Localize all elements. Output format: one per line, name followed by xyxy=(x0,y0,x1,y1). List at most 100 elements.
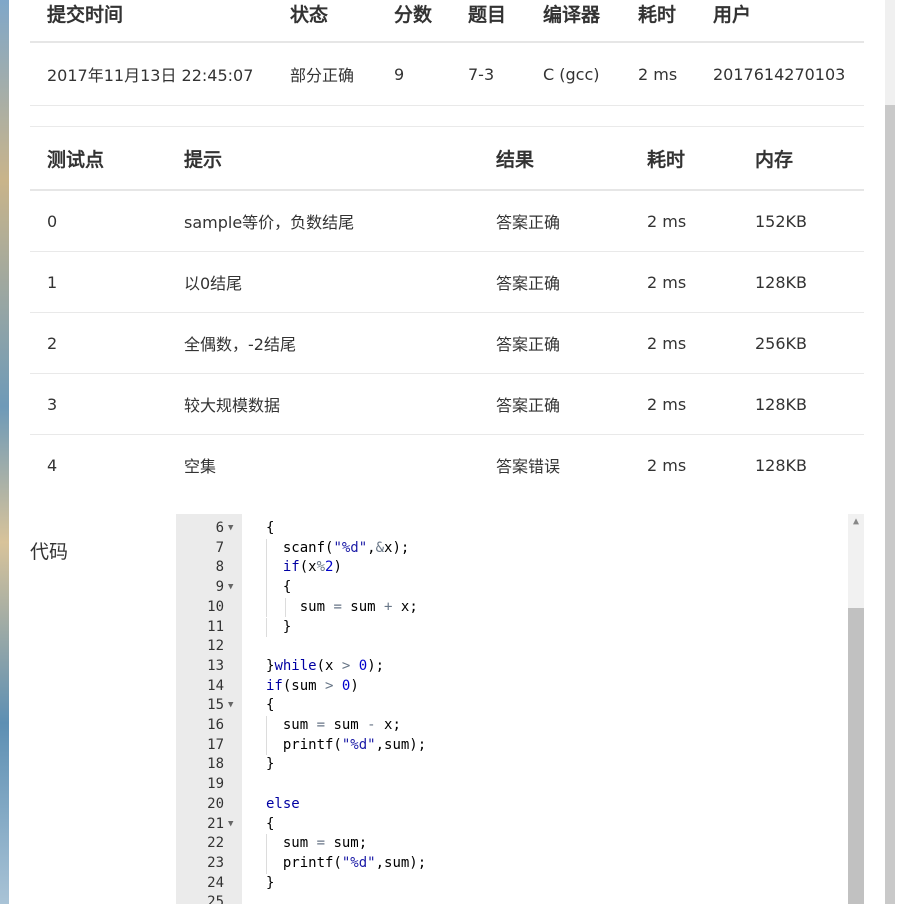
header-hint: 提示 xyxy=(184,148,223,171)
code-line: 12 xyxy=(176,637,848,657)
line-number: 9 xyxy=(215,579,224,596)
fold-toggle-icon[interactable]: ▼ xyxy=(228,519,233,539)
header-memory: 内存 xyxy=(755,148,794,171)
header-score: 分数 xyxy=(394,4,433,26)
table-row: 1 以0结尾 答案正确 2 ms 128KB xyxy=(30,251,864,313)
code-line: 15 ▼ { xyxy=(176,696,848,716)
test-id: 0 xyxy=(30,190,167,252)
line-number: 21 xyxy=(207,815,224,832)
line-number: 13 xyxy=(207,657,224,674)
code-line: 14 if(sum > 0) xyxy=(176,677,848,697)
code-line: 19 xyxy=(176,775,848,795)
code-text: } xyxy=(266,874,275,891)
test-time: 2 ms xyxy=(630,373,738,435)
line-number: 25 xyxy=(207,894,224,904)
line-number: 14 xyxy=(207,677,224,694)
code-line: 6 ▼ { xyxy=(176,519,848,539)
code-line: 18} xyxy=(176,755,848,775)
code-line: 25 xyxy=(176,893,848,904)
header-result: 结果 xyxy=(496,148,535,171)
code-section-label: 代码 xyxy=(30,541,69,563)
test-id: 1 xyxy=(30,251,167,313)
line-number: 17 xyxy=(207,736,224,753)
code-line: 8 if(x%2) xyxy=(176,558,848,579)
compiler-value: C (gcc) xyxy=(526,42,621,106)
submission-row: 2017年11月13日 22:45:07 部分正确 9 7-3 C (gcc) … xyxy=(30,42,864,106)
test-id: 2 xyxy=(30,312,167,374)
test-time: 2 ms xyxy=(630,190,738,252)
line-number: 15 xyxy=(207,697,224,714)
editor-scrollbar[interactable]: ▲ xyxy=(848,514,864,904)
code-line: 23 printf("%d",sum); xyxy=(176,853,848,874)
test-hint: 以0结尾 xyxy=(167,251,479,313)
code-line: 22 sum = sum; xyxy=(176,834,848,854)
test-case-table: 测试点 提示 结果 耗时 内存 0 sample等价，负数结尾 答案正确 2 m… xyxy=(30,126,864,495)
header-elapsed: 耗时 xyxy=(638,4,677,26)
code-text: if(sum > 0) xyxy=(266,677,359,694)
test-hint: 较大规模数据 xyxy=(167,373,479,435)
table-row: 0 sample等价，负数结尾 答案正确 2 ms 152KB xyxy=(30,190,864,252)
line-number: 24 xyxy=(207,874,224,891)
desktop-background-left xyxy=(0,0,9,904)
code-line: 13 }while(x > 0); xyxy=(176,657,848,677)
test-time: 2 ms xyxy=(630,312,738,374)
scroll-up-arrow-icon[interactable]: ▲ xyxy=(848,514,864,530)
header-test-point: 测试点 xyxy=(47,148,105,171)
code-text: }while(x > 0); xyxy=(266,657,385,674)
code-text: } xyxy=(266,756,275,773)
code-line: 11 } xyxy=(176,617,848,638)
code-line: 9 ▼ { xyxy=(176,578,848,598)
code-line: 7 scanf("%d",&x); xyxy=(176,538,848,559)
code-line: 17 printf("%d",sum); xyxy=(176,735,848,756)
code-text: if(x%2) xyxy=(282,559,342,576)
test-result: 答案正确 xyxy=(479,190,630,252)
header-problem: 题目 xyxy=(468,4,507,26)
test-result: 答案正确 xyxy=(479,373,630,435)
fold-toggle-icon[interactable]: ▼ xyxy=(228,696,233,716)
line-number: 6 xyxy=(215,520,224,536)
test-time: 2 ms xyxy=(647,455,687,475)
test-memory: 128KB xyxy=(738,373,864,435)
code-text: sum = sum - x; xyxy=(266,717,401,733)
code-text: { xyxy=(266,579,292,596)
test-result: 答案正确 xyxy=(479,251,630,313)
test-time: 2 ms xyxy=(630,251,738,313)
fold-toggle-icon[interactable]: ▼ xyxy=(228,578,233,598)
test-hint: 空集 xyxy=(184,457,217,476)
scrollbar-thumb[interactable] xyxy=(848,608,864,904)
test-memory: 128KB xyxy=(738,251,864,313)
code-line: 16 sum = sum - x; xyxy=(176,716,848,736)
header-submit-time: 提交时间 xyxy=(47,4,124,26)
test-memory: 152KB xyxy=(738,190,864,252)
test-memory: 128KB xyxy=(755,455,808,475)
test-memory: 256KB xyxy=(738,312,864,374)
code-text: sum = sum + x; xyxy=(266,598,418,615)
code-text: printf("%d",sum); xyxy=(266,854,427,871)
table-row: 2 全偶数，-2结尾 答案正确 2 ms 256KB xyxy=(30,312,864,374)
line-number: 23 xyxy=(207,854,224,871)
table-row: 4 空集 答案错误 2 ms 128KB xyxy=(30,435,864,496)
line-number: 7 xyxy=(215,539,224,556)
line-number: 22 xyxy=(207,835,224,852)
fold-toggle-icon[interactable]: ▼ xyxy=(228,815,233,835)
line-number: 19 xyxy=(207,776,224,793)
header-time: 耗时 xyxy=(647,148,686,171)
elapsed-value: 2 ms xyxy=(621,42,696,106)
header-user: 用户 xyxy=(713,4,752,26)
test-hint: 全偶数，-2结尾 xyxy=(167,312,479,374)
test-hint: sample等价，负数结尾 xyxy=(167,190,479,252)
line-number: 20 xyxy=(207,795,224,812)
line-number: 10 xyxy=(207,598,224,615)
header-compiler: 编译器 xyxy=(543,4,601,26)
page-scrollbar[interactable] xyxy=(885,0,895,904)
code-editor[interactable]: 6 ▼{7 scanf("%d",&x); 8 if(x%2) 9 ▼ {10 sum … xyxy=(176,514,864,904)
submission-table: 提交时间 状态 分数 题目 编译器 耗时 用户 2017年11月13日 22:4… xyxy=(30,0,864,106)
test-id: 4 xyxy=(47,455,58,475)
submit-time: 2017年11月13日 22:45:07 xyxy=(30,42,273,106)
submission-header-row: 提交时间 状态 分数 题目 编译器 耗时 用户 xyxy=(30,0,864,42)
user-id: 2017614270103 xyxy=(696,42,864,106)
code-line: 21 ▼ { xyxy=(176,815,848,835)
page-scrollbar-track-top[interactable] xyxy=(885,0,895,105)
problem-link[interactable]: 7-3 xyxy=(451,42,526,106)
test-header-row: 测试点 提示 结果 耗时 内存 xyxy=(30,127,864,190)
